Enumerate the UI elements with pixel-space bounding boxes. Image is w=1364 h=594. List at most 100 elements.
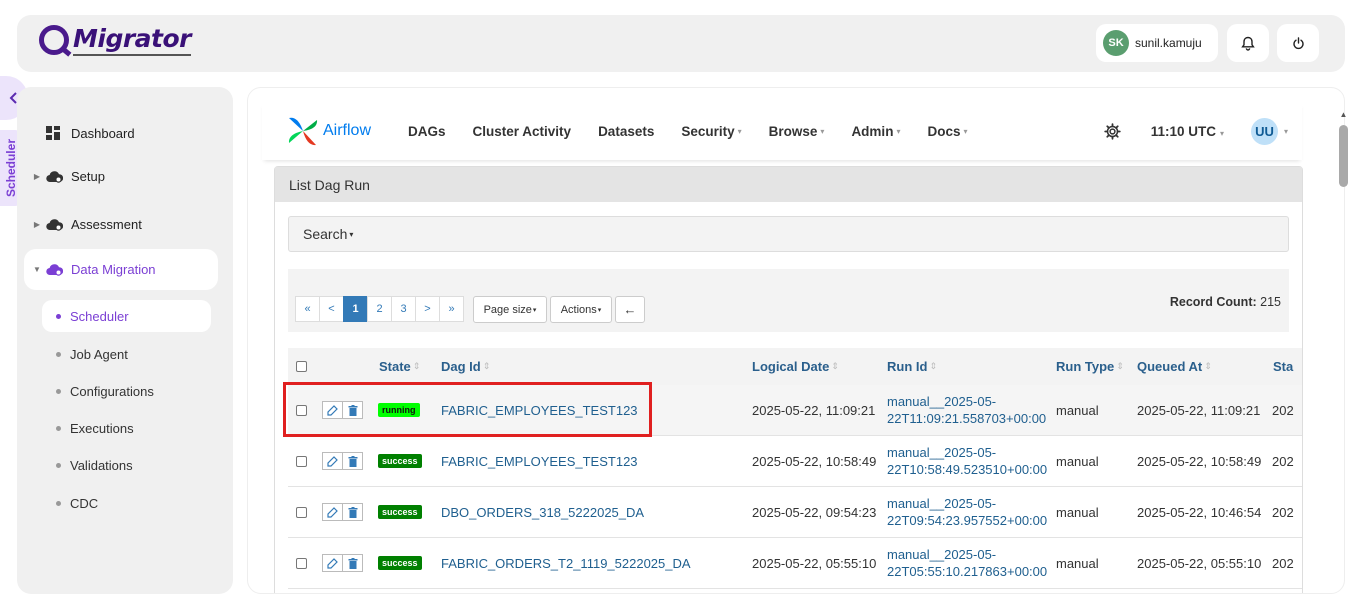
logout-button[interactable] xyxy=(1277,24,1319,62)
col-queued-at[interactable]: Queued At ⇕ xyxy=(1137,348,1212,385)
state-badge: running xyxy=(378,385,420,435)
pager-first[interactable]: « xyxy=(295,296,320,322)
menu-admin[interactable]: Admin ▾ xyxy=(851,124,900,139)
table-header: State ⇕ Dag Id ⇕ Logical Date ⇕ Run Id ⇕ Run… xyxy=(288,348,1302,385)
sidebar-subitem-validations[interactable]: Validations xyxy=(42,449,211,481)
edit-icon[interactable] xyxy=(322,401,343,419)
back-button[interactable]: ← xyxy=(615,296,645,323)
airflow-brand-text: Airflow xyxy=(323,122,372,139)
menu-cluster-activity[interactable]: Cluster Activity xyxy=(473,124,572,139)
record-count-value: 215 xyxy=(1260,295,1281,309)
utc-time-dropdown[interactable]: 11:10 UTC ▾ xyxy=(1151,124,1224,139)
edit-icon[interactable] xyxy=(322,554,343,572)
row-checkbox[interactable] xyxy=(296,385,307,435)
dag-id-link[interactable]: FABRIC_EMPLOYEES_TEST123 xyxy=(441,436,638,486)
gear-icon[interactable] xyxy=(1103,122,1121,140)
actions-button[interactable]: Actions ▾ xyxy=(550,296,612,323)
menu-browse[interactable]: Browse ▾ xyxy=(769,124,825,139)
user-menu[interactable]: SK sunil.kamuju xyxy=(1096,24,1218,62)
queued-at: 2025-05-22, 10:46:54 xyxy=(1137,504,1262,520)
caret-down-icon: ▾ xyxy=(896,126,901,136)
table-row: success DBO_ORDERS_318_5222025_DA 2025-0… xyxy=(288,487,1302,538)
trash-icon[interactable] xyxy=(342,503,363,521)
sidebar-item-dashboard[interactable]: Dashboard xyxy=(17,113,233,153)
menu-datasets[interactable]: Datasets xyxy=(598,124,654,139)
pager-page-3[interactable]: 3 xyxy=(391,296,416,322)
chevron-right-icon: ▶ xyxy=(33,219,41,229)
page-size-button[interactable]: Page size ▾ xyxy=(473,296,547,323)
avatar: SK xyxy=(1103,30,1129,56)
dashboard-icon xyxy=(46,126,64,140)
col-logical-date[interactable]: Logical Date ⇕ xyxy=(752,348,839,385)
table-row: running FABRIC_EMPLOYEES_TEST123 2025-05… xyxy=(288,385,1302,436)
logical-date: 2025-05-22, 10:58:49 xyxy=(752,453,877,469)
run-id-link[interactable]: manual__2025-05- 22T09:54:23.957552+00:00 xyxy=(887,487,1047,537)
col-dag-id[interactable]: Dag Id ⇕ xyxy=(441,348,490,385)
sort-icon: ⇕ xyxy=(1204,361,1212,371)
pager-last[interactable]: » xyxy=(439,296,464,322)
sidebar-subitem-cdc[interactable]: CDC xyxy=(42,487,211,519)
user-name: sunil.kamuju xyxy=(1135,36,1202,50)
migrator-logo[interactable]: Migrator xyxy=(39,24,192,56)
trash-icon[interactable] xyxy=(342,452,363,470)
row-actions xyxy=(322,538,363,588)
scroll-thumb[interactable] xyxy=(1339,125,1348,187)
arrow-left-icon: ← xyxy=(623,302,637,317)
col-state[interactable]: State ⇕ xyxy=(379,348,420,385)
start-date: 202 xyxy=(1272,555,1294,571)
row-checkbox[interactable] xyxy=(296,487,307,537)
pager-page-2[interactable]: 2 xyxy=(367,296,392,322)
sidebar-subitem-executions[interactable]: Executions xyxy=(42,412,211,444)
trash-icon[interactable] xyxy=(342,554,363,572)
panel-title: List Dag Run xyxy=(275,167,1302,202)
logical-date: 2025-05-22, 09:54:23 xyxy=(752,504,877,520)
trash-icon[interactable] xyxy=(342,401,363,419)
sidebar-subitem-label: Scheduler xyxy=(70,308,129,324)
scrollbar[interactable]: ▲ xyxy=(1339,110,1348,594)
row-checkbox[interactable] xyxy=(296,436,307,486)
menu-docs[interactable]: Docs ▾ xyxy=(927,124,967,139)
edit-icon[interactable] xyxy=(322,503,343,521)
dag-id-link[interactable]: FABRIC_ORDERS_T2_1119_5222025_DA xyxy=(441,538,691,588)
airflow-nav-right: 11:10 UTC ▾ UU ▾ xyxy=(1103,102,1302,160)
edit-icon[interactable] xyxy=(322,452,343,470)
start-date: 202 xyxy=(1272,504,1294,520)
col-run-id[interactable]: Run Id ⇕ xyxy=(887,348,937,385)
table-row: success FABRIC_EMPLOYEES_TEST123 2025-05… xyxy=(288,436,1302,487)
sidebar-item-data-migration[interactable]: ▼ Data Migration xyxy=(24,249,218,290)
pager-prev[interactable]: < xyxy=(319,296,344,322)
scheduler-vertical-tab-label: Scheduler xyxy=(3,138,18,198)
run-id-link[interactable]: manual__2025-05- 22T10:58:49.523510+00:00 xyxy=(887,436,1047,486)
sidebar-item-setup[interactable]: ▶ Setup xyxy=(17,156,233,196)
airflow-user-avatar[interactable]: UU xyxy=(1250,117,1278,145)
caret-down-icon: ▾ xyxy=(1219,128,1224,138)
scroll-up-icon[interactable]: ▲ xyxy=(1339,110,1348,119)
dag-id-link[interactable]: DBO_ORDERS_318_5222025_DA xyxy=(441,487,644,537)
run-type: manual xyxy=(1056,402,1099,418)
run-id-link[interactable]: manual__2025-05- 22T05:55:10.217863+00:00 xyxy=(887,538,1047,588)
search-toggle[interactable]: Search ▾ xyxy=(288,216,1289,252)
airflow-pinwheel-icon xyxy=(288,117,318,146)
col-run-type[interactable]: Run Type ⇕ xyxy=(1056,348,1124,385)
pager-next[interactable]: > xyxy=(415,296,440,322)
list-dag-run-panel: List Dag Run Search ▾ « < 1 2 3 > » Page … xyxy=(274,166,1303,593)
select-all-checkbox[interactable] xyxy=(296,348,307,385)
dag-id-link[interactable]: FABRIC_EMPLOYEES_TEST123 xyxy=(441,385,638,435)
row-checkbox[interactable] xyxy=(296,538,307,588)
menu-dags[interactable]: DAGs xyxy=(408,124,446,139)
dag-run-table: State ⇕ Dag Id ⇕ Logical Date ⇕ Run Id ⇕ Run… xyxy=(288,348,1302,589)
caret-down-icon: ▾ xyxy=(1283,126,1288,136)
sidebar-item-assessment[interactable]: ▶ Assessment xyxy=(17,204,233,244)
sidebar-subitem-scheduler[interactable]: Scheduler xyxy=(42,300,211,332)
pager-page-1[interactable]: 1 xyxy=(343,296,368,322)
airflow-brand[interactable]: Airflow xyxy=(286,114,371,148)
notifications-button[interactable] xyxy=(1227,24,1269,62)
col-start-date[interactable]: Sta xyxy=(1273,348,1293,385)
sidebar-subitem-configurations[interactable]: Configurations xyxy=(42,375,211,407)
pagination: « < 1 2 3 > » xyxy=(295,296,464,322)
sidebar-subitem-label: Validations xyxy=(70,457,133,473)
run-id-link[interactable]: manual__2025-05- 22T11:09:21.558703+00:00 xyxy=(887,385,1047,435)
sort-icon: ⇕ xyxy=(412,361,421,371)
menu-security[interactable]: Security ▾ xyxy=(681,124,741,139)
sidebar-subitem-job-agent[interactable]: Job Agent xyxy=(42,338,211,370)
